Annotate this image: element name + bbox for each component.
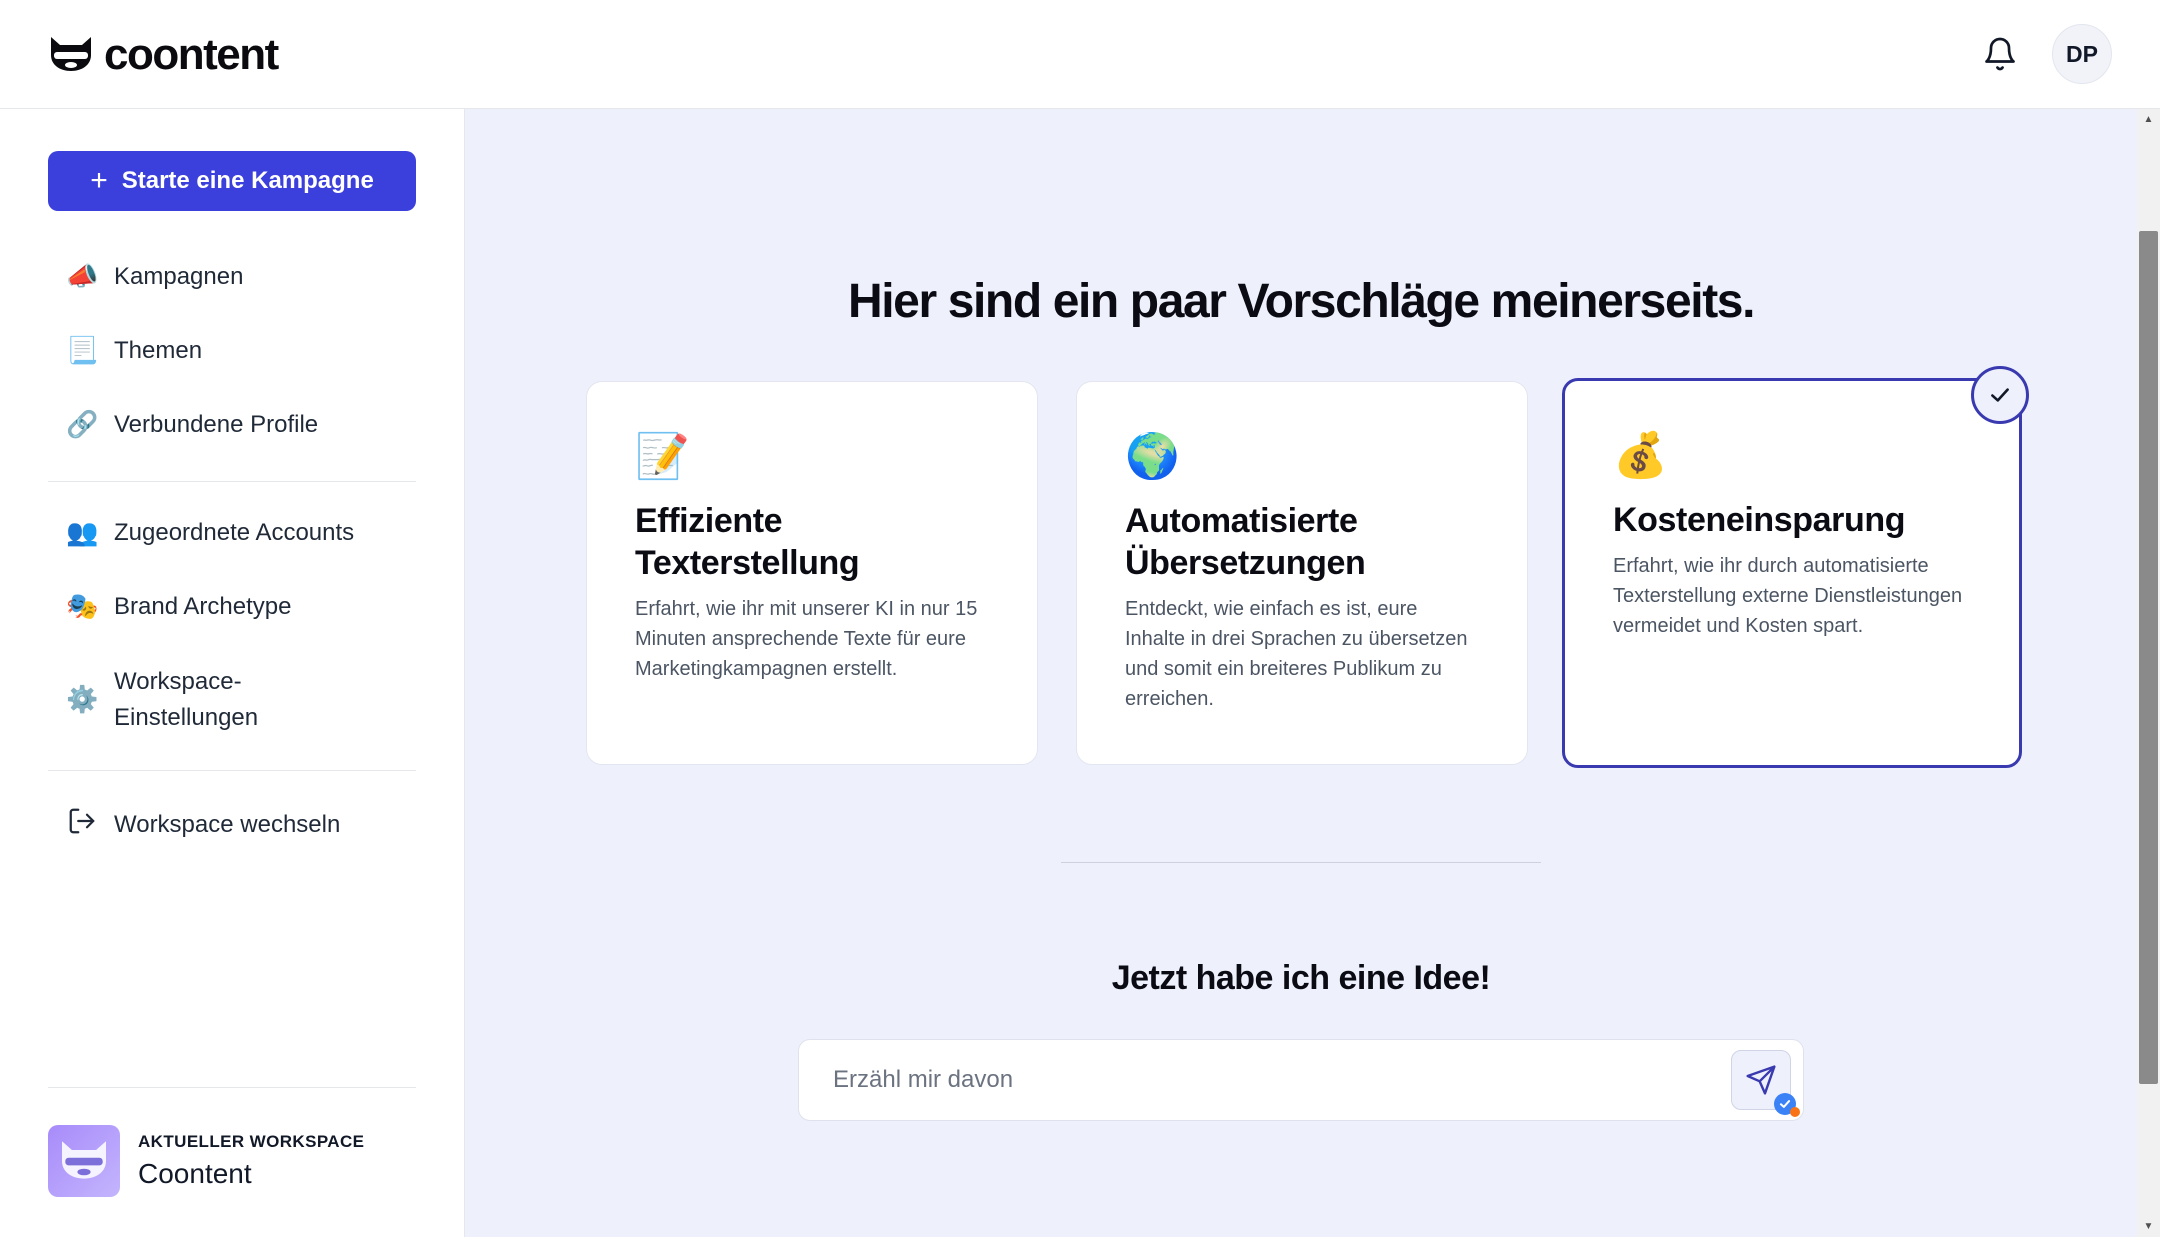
sidebar-item-label: Zugeordnete Accounts [114, 519, 355, 546]
page-title: Hier sind ein paar Vorschläge meinerseit… [847, 275, 1755, 328]
scroll-down-arrow-icon[interactable]: ▼ [2137, 1219, 2160, 1233]
app-logo[interactable]: coontent [48, 30, 279, 80]
globe-icon: 🌍 [1125, 431, 1180, 482]
sidebar-item-label: Workspace- Einstellungen [114, 668, 259, 731]
scroll-up-arrow-icon[interactable]: ▲ [2137, 112, 2160, 126]
idea-heading: Jetzt habe ich eine Idee! [1111, 959, 1491, 997]
card-description: Erfahrt, wie ihr mit unserer KI in nur 1… [635, 598, 978, 680]
gear-icon: ⚙️ [66, 685, 99, 715]
sidebar-item-kampagnen[interactable]: 📣 Kampagnen [66, 262, 243, 292]
sidebar-item-verbundene-profile[interactable]: 🔗 Verbundene Profile [66, 410, 318, 440]
money-bag-icon: 💰 [1613, 430, 1668, 481]
memo-icon: 📝 [635, 431, 690, 482]
suggestion-card-kosteneinsparung[interactable]: 💰 Kosteneinsparung Erfahrt, wie ihr durc… [1562, 378, 2022, 768]
main-content: Hier sind ein paar Vorschläge meinerseit… [465, 109, 2137, 1237]
scrollbar-thumb[interactable] [2139, 231, 2158, 1084]
sidebar-item-label: Workspace wechseln [114, 810, 341, 838]
masks-icon: 🎭 [66, 592, 99, 622]
sidebar-divider [48, 1087, 416, 1088]
send-button[interactable] [1731, 1050, 1800, 1117]
top-header: coontent DP [0, 0, 2160, 109]
sidebar-item-label: Themen [114, 337, 203, 364]
sidebar-item-label: Brand Archetype [114, 593, 292, 620]
users-icon: 👥 [66, 518, 99, 548]
start-campaign-button[interactable]: + Starte eine Kampagne [48, 151, 416, 211]
plus-icon: + [90, 164, 108, 197]
card-title: Automatisierte Übersetzungen [1125, 502, 1366, 582]
workspace-logo-icon [48, 1125, 120, 1197]
sidebar-item-workspace-wechseln[interactable]: Workspace wechseln [66, 806, 340, 843]
sidebar: + Starte eine Kampagne 📣 Kampagnen 📃 The… [0, 109, 465, 1237]
status-dot [1790, 1107, 1800, 1117]
sidebar-item-themen[interactable]: 📃 Themen [66, 336, 202, 366]
idea-input[interactable] [833, 1058, 1713, 1102]
logo-text: coontent [104, 30, 279, 79]
idea-input-container [798, 1039, 1804, 1121]
workspace-label: AKTUELLER WORKSPACE [138, 1132, 365, 1151]
bell-icon[interactable] [1982, 36, 2018, 72]
link-icon: 🔗 [66, 410, 99, 440]
card-description: Entdeckt, wie einfach es ist, eure Inhal… [1125, 598, 1468, 710]
raccoon-logo-icon [51, 37, 91, 71]
start-campaign-label: Starte eine Kampagne [121, 167, 374, 194]
section-divider [1061, 862, 1541, 863]
scrollbar[interactable]: ▲ ▼ [2137, 109, 2160, 1237]
suggestion-card-uebersetzungen[interactable]: 🌍 Automatisierte Übersetzungen Entdeckt,… [1076, 381, 1528, 765]
selected-check-icon [1971, 366, 2029, 424]
user-avatar[interactable]: DP [2052, 24, 2112, 84]
document-icon: 📃 [66, 336, 99, 366]
sidebar-item-brand-archetype[interactable]: 🎭 Brand Archetype [66, 592, 291, 622]
current-workspace[interactable]: AKTUELLER WORKSPACE Coontent [48, 1125, 364, 1197]
card-description: Erfahrt, wie ihr durch automatisierte Te… [1613, 555, 1963, 637]
card-title: Kosteneinsparung [1613, 501, 1906, 539]
sidebar-item-workspace-einstellungen[interactable]: ⚙️ Workspace- Einstellungen [66, 664, 258, 736]
suggestion-card-texterstellung[interactable]: 📝 Effiziente Texterstellung Erfahrt, wie… [586, 381, 1038, 765]
card-title: Effiziente Texterstellung [635, 502, 860, 582]
sidebar-divider [48, 481, 416, 482]
sidebar-divider [48, 770, 416, 771]
sidebar-item-label: Verbundene Profile [114, 411, 319, 438]
logout-icon [66, 806, 98, 843]
send-icon [1746, 1065, 1776, 1095]
megaphone-icon: 📣 [66, 262, 99, 292]
workspace-name: Coontent [138, 1158, 252, 1189]
sidebar-item-label: Kampagnen [114, 263, 244, 290]
sidebar-item-zugeordnete-accounts[interactable]: 👥 Zugeordnete Accounts [66, 518, 354, 548]
